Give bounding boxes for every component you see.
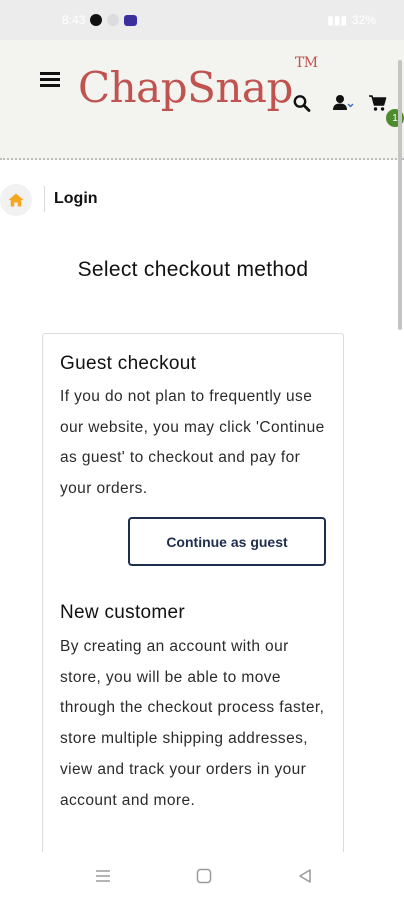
home-nav-button[interactable] — [194, 866, 214, 886]
notification-icon — [107, 14, 120, 26]
recents-icon — [96, 870, 110, 882]
logo-text: ChapSnap — [78, 63, 293, 112]
breadcrumb-home[interactable] — [0, 184, 32, 216]
breadcrumb-current: Login — [54, 190, 98, 207]
new-customer-text: By creating an account with our store, y… — [60, 638, 325, 809]
notification-icon — [124, 14, 138, 26]
back-triangle-icon — [299, 869, 311, 883]
notification-icon — [90, 14, 103, 26]
status-time: 8:43 — [62, 13, 86, 27]
scrollbar[interactable] — [398, 60, 402, 330]
back-nav-button[interactable] — [295, 866, 315, 886]
status-bar: 8:43 ▮▮▮ 32% — [0, 0, 404, 40]
user-icon[interactable] — [332, 94, 354, 112]
guest-checkout-title: Guest checkout — [60, 353, 197, 374]
status-left: 8:43 — [62, 13, 138, 27]
continue-as-guest-button[interactable]: Continue as guest — [128, 517, 326, 566]
cart-icon[interactable] — [368, 94, 388, 112]
system-nav-bar — [0, 852, 404, 900]
search-icon[interactable] — [292, 94, 312, 112]
battery-level: 32% — [351, 13, 376, 27]
home-icon — [8, 193, 24, 207]
status-right: ▮▮▮ 32% — [327, 13, 376, 27]
recent-apps-button[interactable] — [93, 866, 113, 886]
hamburger-icon[interactable] — [40, 72, 60, 88]
signal-icon: ▮▮▮ — [327, 13, 347, 27]
guest-checkout-text: If you do not plan to frequently use our… — [60, 388, 325, 498]
new-customer-title: New customer — [60, 602, 186, 623]
checkout-method-card: Guest checkout If you do not plan to fre… — [42, 333, 344, 893]
site-logo[interactable]: ChapSnap TM — [78, 55, 318, 112]
square-icon — [196, 868, 212, 884]
logo-trademark: TM — [294, 55, 318, 71]
page-title: Select checkout method — [77, 258, 309, 281]
breadcrumb-divider — [44, 186, 45, 212]
